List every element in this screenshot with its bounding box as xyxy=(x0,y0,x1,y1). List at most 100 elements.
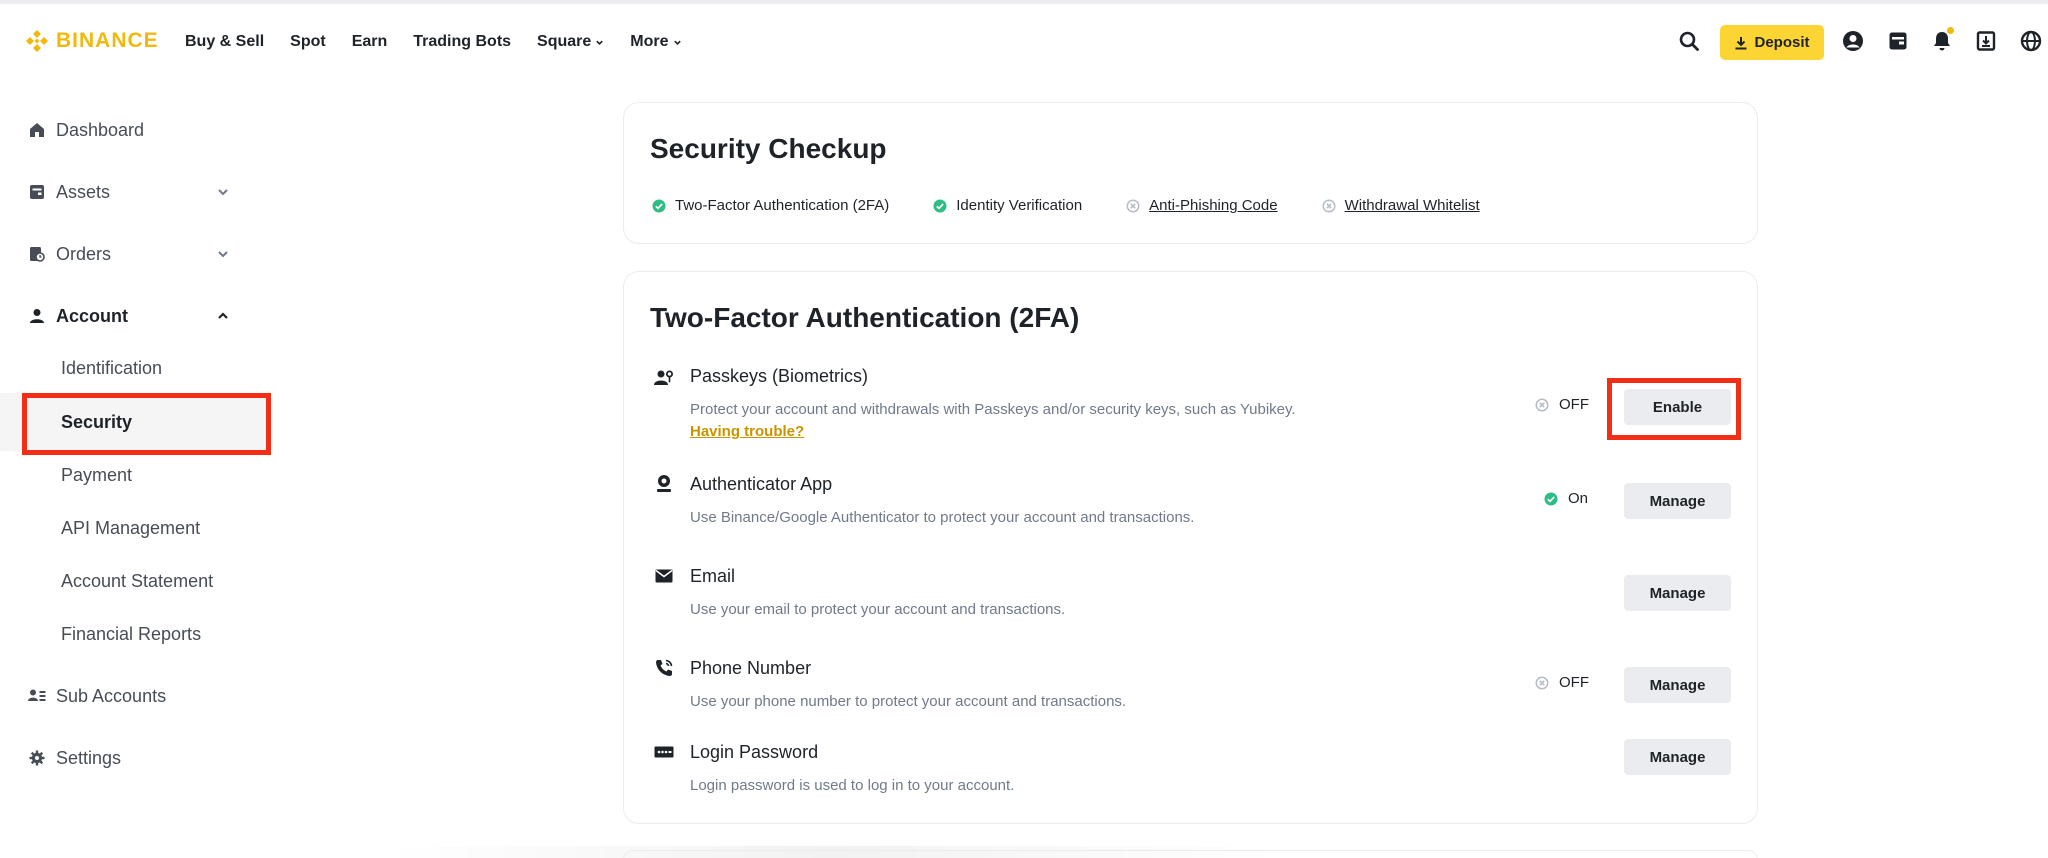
header-actions: Deposit xyxy=(0,22,2048,62)
row-description: Protect your account and withdrawals wit… xyxy=(690,401,1296,418)
sidebar-item-assets[interactable]: Assets xyxy=(0,172,270,212)
check-circle-icon xyxy=(652,199,666,212)
orders-icon xyxy=(28,245,46,263)
twofa-row-login-password: Login Password Login password is used to… xyxy=(624,739,1759,812)
manage-password-button[interactable]: Manage xyxy=(1624,739,1731,775)
sidebar-subitem-api-management[interactable]: API Management xyxy=(0,508,270,548)
chevron-up-icon xyxy=(218,312,228,319)
sub-accounts-icon xyxy=(28,687,46,705)
checkup-label: Two-Factor Authentication (2FA) xyxy=(675,197,890,214)
sidebar-sub-label: API Management xyxy=(61,517,201,538)
notification-dot xyxy=(1947,27,1954,34)
bell-icon[interactable] xyxy=(1929,27,1955,54)
button-label: Manage xyxy=(1649,676,1706,694)
sidebar-subitem-payment[interactable]: Payment xyxy=(0,455,270,495)
checkup-item-anti-phishing[interactable]: Anti-Phishing Code xyxy=(1126,197,1278,214)
sidebar-subitem-identification[interactable]: Identification xyxy=(0,348,270,388)
checkup-item-identity: Identity Verification xyxy=(933,197,1082,214)
checkup-item-withdrawal-whitelist[interactable]: Withdrawal Whitelist xyxy=(1322,197,1480,214)
row-description: Use your phone number to protect your ac… xyxy=(690,693,1127,710)
checkup-link[interactable]: Anti-Phishing Code xyxy=(1149,197,1277,214)
sidebar-sub-label: Account Statement xyxy=(61,570,214,591)
manage-email-button[interactable]: Manage xyxy=(1624,575,1731,611)
twofa-title: Two-Factor Authentication (2FA) xyxy=(650,302,1080,333)
sidebar-label: Assets xyxy=(56,181,111,202)
security-checkup-title: Security Checkup xyxy=(650,133,887,164)
row-title: Passkeys (Biometrics) xyxy=(690,366,869,386)
x-circle-icon xyxy=(1126,199,1140,212)
authenticator-icon xyxy=(654,474,674,494)
manage-phone-button[interactable]: Manage xyxy=(1624,667,1731,703)
button-label: Manage xyxy=(1649,492,1706,510)
sidebar-subitem-account-statement[interactable]: Account Statement xyxy=(0,561,270,601)
email-icon xyxy=(654,566,674,586)
sidebar-item-settings[interactable]: Settings xyxy=(0,738,270,778)
sidebar-item-sub-accounts[interactable]: Sub Accounts xyxy=(0,676,270,716)
x-circle-icon xyxy=(1535,676,1549,689)
row-title: Login Password xyxy=(690,742,819,762)
status-text: On xyxy=(1568,490,1589,507)
deposit-button[interactable]: Deposit xyxy=(1720,25,1824,60)
sidebar-sub-label: Identification xyxy=(61,357,163,378)
search-icon[interactable] xyxy=(1676,28,1702,54)
checkup-link[interactable]: Withdrawal Whitelist xyxy=(1345,197,1480,214)
status-badge: On xyxy=(1544,490,1588,507)
next-card-edge xyxy=(623,850,1758,858)
chevron-down-icon xyxy=(218,251,228,258)
twofa-row-phone: Phone Number Use your phone number to pr… xyxy=(624,658,1759,728)
profile-icon[interactable] xyxy=(1840,28,1866,54)
status-text: OFF xyxy=(1559,396,1589,413)
wallet-icon[interactable] xyxy=(1885,28,1911,54)
row-description: Use Binance/Google Authenticator to prot… xyxy=(690,509,1195,526)
deposit-label: Deposit xyxy=(1754,34,1810,51)
check-circle-icon xyxy=(933,199,947,212)
security-checkup-card: Security Checkup Two-Factor Authenticati… xyxy=(623,102,1758,244)
sidebar-item-orders[interactable]: Orders xyxy=(0,234,270,274)
phone-icon xyxy=(654,658,674,678)
status-badge: OFF xyxy=(1535,674,1589,691)
status-text: OFF xyxy=(1559,674,1589,691)
button-label: Manage xyxy=(1649,748,1706,766)
home-icon xyxy=(28,121,46,139)
check-circle-icon xyxy=(1544,492,1558,505)
security-checkup-list: Two-Factor Authentication (2FA) Identity… xyxy=(652,197,1524,214)
sidebar-label: Settings xyxy=(56,747,122,768)
x-circle-icon xyxy=(1535,398,1549,411)
sidebar-label: Orders xyxy=(56,243,112,264)
x-circle-icon xyxy=(1322,199,1336,212)
sidebar-sub-label: Financial Reports xyxy=(61,623,202,644)
manage-authenticator-button[interactable]: Manage xyxy=(1624,483,1731,519)
user-icon xyxy=(28,307,46,325)
twofa-row-passkeys: Passkeys (Biometrics) Protect your accou… xyxy=(624,366,1759,456)
sidebar-item-account[interactable]: Account xyxy=(0,296,270,336)
row-description: Login password is used to log in to your… xyxy=(690,777,1015,794)
download-icon xyxy=(1735,36,1747,49)
highlight-box-enable xyxy=(1607,378,1741,440)
sidebar-label: Account xyxy=(56,305,128,326)
twofa-card: Two-Factor Authentication (2FA) Passkeys… xyxy=(623,271,1758,824)
chevron-down-icon xyxy=(218,189,228,196)
download-app-icon[interactable] xyxy=(1973,28,1999,54)
highlight-box-security xyxy=(22,393,271,455)
row-title: Phone Number xyxy=(690,658,812,678)
having-trouble-link[interactable]: Having trouble? xyxy=(690,423,804,440)
top-navbar: BINANCE Buy & Sell Spot Earn Trading Bot… xyxy=(0,4,2048,78)
sidebar-subitem-financial-reports[interactable]: Financial Reports xyxy=(0,614,270,654)
twofa-row-authenticator: Authenticator App Use Binance/Google Aut… xyxy=(624,474,1759,544)
globe-icon[interactable] xyxy=(2018,28,2044,54)
row-title: Authenticator App xyxy=(690,474,833,494)
checkup-item-2fa: Two-Factor Authentication (2FA) xyxy=(652,197,889,214)
status-badge: OFF xyxy=(1535,396,1589,413)
row-description: Use your email to protect your account a… xyxy=(690,601,1066,618)
sidebar-item-dashboard[interactable]: Dashboard xyxy=(0,110,270,150)
passkeys-icon xyxy=(654,368,674,388)
gear-icon xyxy=(28,749,46,767)
sidebar-label: Dashboard xyxy=(56,119,145,140)
password-icon xyxy=(654,742,674,762)
twofa-row-email: Email Use your email to protect your acc… xyxy=(624,566,1759,636)
checkup-label: Identity Verification xyxy=(956,197,1083,214)
button-label: Manage xyxy=(1649,584,1706,602)
wallet-icon xyxy=(28,183,46,201)
row-title: Email xyxy=(690,566,736,586)
sidebar-label: Sub Accounts xyxy=(56,685,167,706)
